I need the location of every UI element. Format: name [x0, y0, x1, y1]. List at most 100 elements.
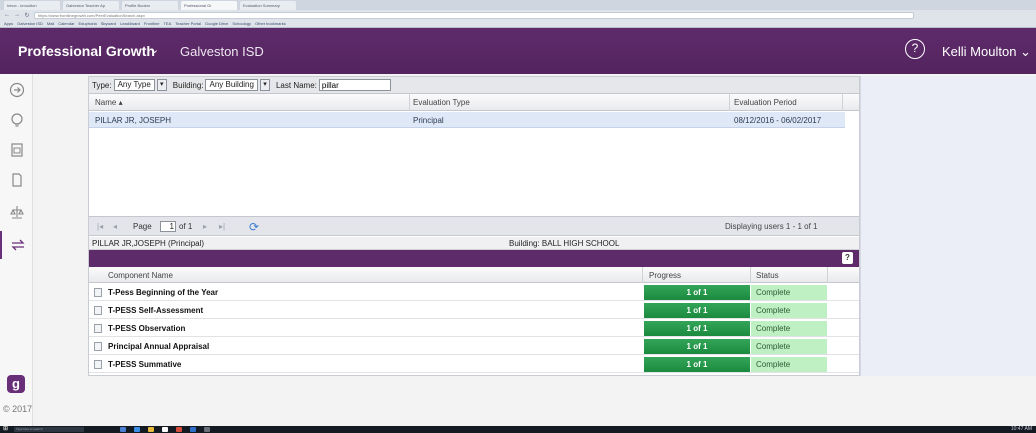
building-dropdown-icon[interactable]: ▾ [259, 79, 270, 91]
component-row[interactable]: T-PESS Observation 1 of 1 Complete [89, 320, 859, 337]
component-row[interactable]: Principal Annual Appraisal 1 of 1 Comple… [89, 338, 859, 355]
left-sidebar: g © 2017 [0, 74, 33, 426]
next-page-icon[interactable]: ▸ [203, 222, 207, 231]
taskbar-clock: 10:47 AM [1010, 426, 1032, 432]
taskview-icon[interactable] [120, 427, 126, 432]
status-badge: Complete [751, 303, 827, 318]
help-icon[interactable]: ? [905, 39, 925, 59]
browser-tab-active[interactable]: Professional Gr [181, 1, 237, 10]
cell-evaluation-period: 08/12/2016 - 06/02/2017 [734, 116, 822, 125]
type-filter-select[interactable]: Any Type [113, 79, 155, 91]
bookmark[interactable]: Calendar [58, 20, 74, 27]
document-icon[interactable] [94, 288, 102, 297]
bookmark[interactable]: Teacher Portal [175, 20, 201, 27]
selected-person: PILLAR JR,JOSEPH (Principal) [92, 239, 205, 248]
start-icon[interactable]: ⊞ [3, 426, 8, 433]
first-page-icon[interactable]: |◂ [97, 222, 103, 231]
forward-icon[interactable]: → [14, 12, 20, 18]
chevron-down-icon[interactable]: ⌄ [150, 43, 159, 56]
document-icon[interactable] [94, 324, 102, 333]
arrow-circle-icon[interactable] [0, 76, 33, 104]
column-header-status[interactable]: Status [756, 271, 779, 280]
swap-arrows-icon[interactable] [0, 231, 33, 259]
back-icon[interactable]: ← [4, 12, 10, 18]
refresh-icon[interactable]: ⟳ [249, 220, 259, 234]
app-title-menu[interactable]: Professional Growth [18, 43, 155, 59]
bookmark[interactable]: Eduphoria [79, 20, 97, 27]
document-icon[interactable] [0, 166, 33, 194]
bookmark[interactable]: Apps [4, 20, 13, 27]
column-divider [827, 267, 828, 283]
cell-name: PILLAR JR, JOSEPH [95, 116, 172, 125]
lightbulb-icon[interactable] [0, 106, 33, 134]
last-page-icon[interactable]: ▸| [219, 222, 225, 231]
building-filter-label: Building: [172, 80, 204, 90]
url-field[interactable]: https://www.frontlinegrowth.com/PeerEval… [34, 11, 914, 19]
help-icon[interactable]: ? [842, 252, 853, 264]
clipboard-icon[interactable] [0, 136, 33, 164]
component-name[interactable]: Principal Annual Appraisal [108, 342, 209, 351]
edge-icon[interactable] [134, 427, 140, 432]
bookmark[interactable]: Mail [47, 20, 54, 27]
browser-tab[interactable]: Inbox - kmoulton [4, 1, 60, 10]
selected-evaluation-bar: PILLAR JR,JOSEPH (Principal) Building: B… [89, 237, 859, 250]
address-bar-row: ← → ↻ https://www.frontlinegrowth.com/Pe… [4, 11, 1032, 19]
building-filter-select[interactable]: Any Building [205, 79, 258, 91]
bookmark[interactable]: Google Drive [205, 20, 228, 27]
progress-bar: 1 of 1 [644, 321, 750, 336]
chrome-icon[interactable] [176, 427, 182, 432]
component-row[interactable]: T-PESS Self-Assessment 1 of 1 Complete [89, 302, 859, 319]
component-row[interactable]: T-Pess Beginning of the Year 1 of 1 Comp… [89, 284, 859, 301]
outlook-icon[interactable] [190, 427, 196, 432]
user-menu[interactable]: Kelli Moulton ⌄ [942, 44, 1031, 60]
document-icon[interactable] [94, 360, 102, 369]
bookmark[interactable]: TEA [163, 20, 171, 27]
store-icon[interactable] [162, 427, 168, 432]
app-icon[interactable] [204, 427, 210, 432]
bookmark[interactable]: Lead4ward [120, 20, 140, 27]
reload-icon[interactable]: ↻ [24, 12, 30, 19]
browser-tab-strip: Inbox - kmoulton Galveston Teacher Ap Pr… [0, 0, 1036, 10]
browser-tab[interactable]: Galveston Teacher Ap [63, 1, 119, 10]
type-dropdown-icon[interactable]: ▾ [156, 79, 167, 91]
prev-page-icon[interactable]: ◂ [113, 222, 117, 231]
scale-icon[interactable] [0, 198, 33, 226]
page-number-input[interactable]: 1 [160, 221, 176, 232]
evaluation-search-panel: Type: Any Type ▾ Building: Any Building … [88, 76, 860, 376]
component-name[interactable]: T-Pess Beginning of the Year [108, 288, 218, 297]
column-header-evaluation-period[interactable]: Evaluation Period [734, 98, 797, 107]
column-header-component-name[interactable]: Component Name [108, 271, 173, 280]
browser-tab[interactable]: Evaluation Summary [240, 1, 296, 10]
component-name[interactable]: T-PESS Observation [108, 324, 185, 333]
progress-bar: 1 of 1 [644, 339, 750, 354]
column-divider [729, 94, 730, 111]
document-icon[interactable] [94, 342, 102, 351]
status-badge: Complete [751, 339, 827, 354]
components-panel-header: ? [89, 250, 859, 267]
type-filter-label: Type: [92, 80, 112, 90]
component-name[interactable]: T-PESS Self-Assessment [108, 306, 203, 315]
bookmark[interactable]: Other bookmarks [255, 20, 286, 27]
folder-icon[interactable] [148, 427, 154, 432]
right-side-panel [860, 76, 1036, 376]
column-header-progress[interactable]: Progress [649, 271, 681, 280]
column-divider [409, 94, 410, 111]
display-count: Displaying users 1 - 1 of 1 [725, 222, 818, 231]
column-header-evaluation-type[interactable]: Evaluation Type [413, 98, 470, 107]
bookmarks-bar: Apps Galveston ISD Mail Calendar Eduphor… [4, 20, 1032, 27]
table-row[interactable]: PILLAR JR, JOSEPH Principal 08/12/2016 -… [89, 112, 845, 128]
document-icon[interactable] [94, 306, 102, 315]
bookmark[interactable]: Skyward [101, 20, 116, 27]
column-header-name[interactable]: Name ▴ [95, 98, 123, 107]
component-name[interactable]: T-PESS Summative [108, 360, 181, 369]
os-taskbar: ⊞ Type here to search 10:47 AM [0, 426, 1036, 433]
page-count: of 1 [179, 222, 193, 231]
component-row[interactable]: T-PESS Summative 1 of 1 Complete [89, 356, 859, 373]
bookmark[interactable]: Schoology [232, 20, 251, 27]
bookmark[interactable]: Frontline [144, 20, 160, 27]
browser-tab[interactable]: Profile Bookm [122, 1, 178, 10]
lastname-input[interactable] [318, 79, 391, 91]
bookmark[interactable]: Galveston ISD [17, 20, 43, 27]
taskbar-search[interactable]: Type here to search [14, 427, 84, 432]
status-badge: Complete [751, 285, 827, 300]
